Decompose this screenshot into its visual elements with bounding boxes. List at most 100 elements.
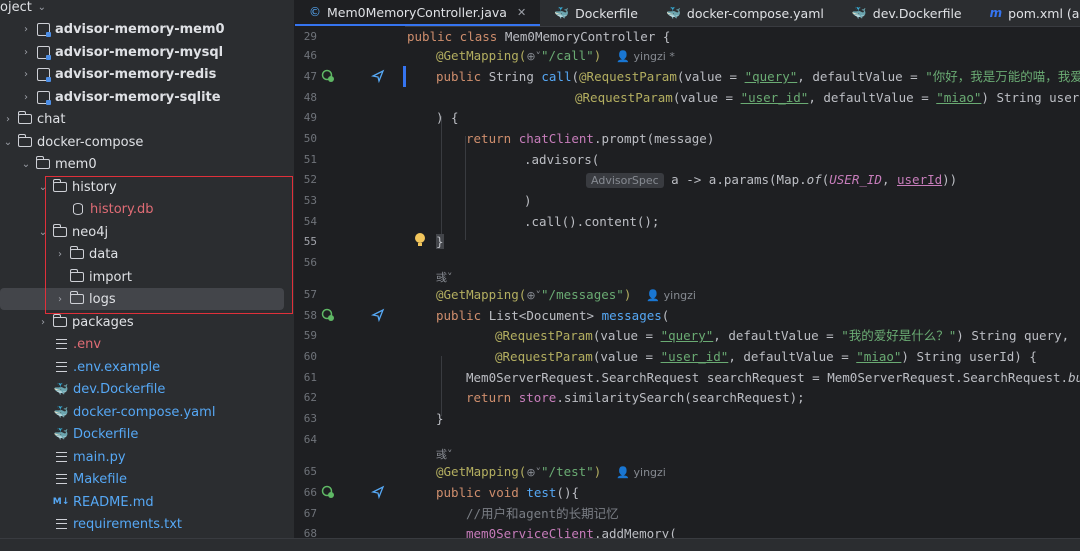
editor-tab-bar: © Mem0MemoryController.java ✕ 🐳 Dockerfi… (295, 0, 1080, 27)
tree-item-dockerfile[interactable]: 🐳 Dockerfile (0, 423, 294, 445)
docker-icon: 🐳 (53, 405, 69, 419)
navigate-arrow-icon[interactable] (371, 69, 385, 83)
code-line-52: AdvisorSpec a -> a.params(Map.of(USER_ID… (586, 169, 957, 190)
code-line-63: } (436, 411, 444, 426)
tree-item-dev-dockerfile[interactable]: 🐳 dev.Dockerfile (0, 378, 294, 400)
code-line-65: @GetMapping(⊕˅"/test") 👤 yingzi (436, 464, 666, 479)
code-line-48: @RequestParam(value = "user_id", default… (575, 90, 1080, 105)
line-number: 64 (303, 433, 317, 446)
tab-mem0-memory-controller[interactable]: © Mem0MemoryController.java ✕ (295, 0, 541, 26)
line-number: 49 (303, 111, 317, 124)
project-header[interactable]: oject ⌄ (0, 0, 294, 18)
line-number: 47 (303, 70, 317, 83)
text-file-icon (54, 450, 68, 464)
chevron-down-icon: ⌄ (37, 1, 46, 13)
text-file-icon (54, 517, 68, 531)
docker-icon: 🐳 (53, 382, 69, 396)
tree-item-advisor-memory-sqlite[interactable]: › advisor-memory-sqlite (0, 86, 294, 108)
line-number: 29 (303, 30, 317, 43)
type-hint: AdvisorSpec (586, 173, 664, 188)
tree-item-label: Dockerfile (73, 426, 139, 442)
code-editor[interactable]: public class Mem0MemoryController { @Get… (405, 26, 1080, 550)
tree-item-packages[interactable]: › packages (0, 311, 294, 333)
tab-pom-xml[interactable]: m pom.xml (advis (976, 0, 1080, 26)
tree-item-label: docker-compose (37, 134, 144, 150)
tree-item-docker-compose[interactable]: ⌄ docker-compose (0, 131, 294, 153)
tree-item-env[interactable]: .env (0, 333, 294, 355)
tab-dockerfile[interactable]: 🐳 Dockerfile (540, 0, 652, 26)
tab-label: dev.Dockerfile (872, 5, 962, 21)
line-number: 54 (303, 215, 317, 228)
tree-item-advisor-memory-redis[interactable]: › advisor-memory-redis (0, 63, 294, 85)
maven-icon: m (989, 6, 1003, 20)
chevron-right-icon: › (24, 68, 28, 80)
tree-item-advisor-memory-mem0[interactable]: › advisor-memory-mem0 (0, 18, 294, 40)
tree-item-mem0[interactable]: ⌄ mem0 (0, 153, 294, 175)
tree-item-label: advisor-memory-mysql (55, 44, 224, 60)
tree-item-label: advisor-memory-redis (55, 66, 217, 82)
tree-item-env-example[interactable]: .env.example (0, 356, 294, 378)
line-number: 62 (303, 391, 317, 404)
code-line-47: public String call(@RequestParam(value =… (436, 69, 1080, 84)
code-line-50: return chatClient.prompt(message) (466, 131, 715, 146)
tab-label: Mem0MemoryController.java (327, 4, 507, 20)
chevron-right-icon: › (24, 91, 28, 103)
folder-icon (17, 134, 32, 149)
line-number: 46 (303, 49, 317, 62)
chevron-down-icon: ⌄ (3, 136, 13, 148)
run-endpoint-icon[interactable] (321, 485, 335, 499)
tree-item-label: README.md (73, 494, 154, 510)
tree-item-chat[interactable]: › chat (0, 108, 294, 130)
tree-item-label: .env (73, 336, 102, 352)
module-icon (36, 90, 51, 105)
chevron-right-icon: › (41, 316, 45, 328)
run-endpoint-icon[interactable] (321, 69, 335, 83)
tree-item-label: main.py (73, 449, 126, 465)
indent-guide (465, 136, 466, 240)
line-number: 53 (303, 194, 317, 207)
tree-item-readme-md[interactable]: M↓ README.md (0, 491, 294, 513)
line-number: 65 (303, 465, 317, 478)
tab-docker-compose-yaml[interactable]: 🐳 docker-compose.yaml (652, 0, 838, 26)
author-icon: 👤 (646, 289, 664, 302)
code-line-53: ) (524, 193, 532, 208)
line-number: 48 (303, 91, 317, 104)
code-line-54: .call().content(); (524, 214, 660, 229)
tree-item-label: Makefile (73, 471, 128, 487)
close-icon[interactable]: ✕ (517, 6, 526, 19)
code-line-66: public void test(){ (436, 485, 579, 500)
docker-icon: 🐳 (665, 6, 681, 20)
line-number: 52 (303, 173, 317, 186)
folder-icon (52, 314, 67, 329)
run-endpoint-icon[interactable] (321, 308, 335, 322)
navigate-arrow-icon[interactable] (371, 308, 385, 322)
tree-item-advisor-memory-mysql[interactable]: › advisor-memory-mysql (0, 41, 294, 63)
tab-label: pom.xml (advis (1008, 5, 1080, 21)
navigate-arrow-icon[interactable] (371, 485, 385, 499)
tab-label: docker-compose.yaml (686, 5, 824, 21)
chevron-right-icon: › (24, 23, 28, 35)
markdown-icon: M↓ (52, 497, 70, 507)
line-number: 56 (303, 256, 317, 269)
tree-item-label: requirements.txt (73, 516, 183, 532)
tree-item-requirements-txt[interactable]: requirements.txt (0, 513, 294, 535)
status-bar (0, 538, 1080, 551)
tree-item-label: docker-compose.yaml (73, 404, 216, 420)
indent-guide (441, 356, 442, 416)
chevron-right-icon: › (24, 46, 28, 58)
tree-item-makefile[interactable]: Makefile (0, 468, 294, 490)
line-number: 67 (303, 507, 317, 520)
module-icon (36, 45, 51, 60)
highlight-annotation-box (45, 176, 293, 314)
line-number: 55 (303, 235, 317, 248)
author-icon: 👤 (616, 466, 634, 479)
tree-item-main-py[interactable]: main.py (0, 446, 294, 468)
globe-icon: ⊕˅ (526, 50, 542, 63)
module-icon (36, 22, 51, 37)
line-number: 59 (303, 329, 317, 342)
tab-dev-dockerfile[interactable]: 🐳 dev.Dockerfile (838, 0, 976, 26)
tree-item-docker-compose-yaml[interactable]: 🐳 docker-compose.yaml (0, 401, 294, 423)
code-line-67: //用户和agent的长期记忆 (466, 506, 619, 521)
code-line-60: @RequestParam(value = "user_id", default… (495, 349, 1037, 364)
editor-gutter: 29 46 47 48 49 50 51 52 53 54 55 56 57 5… (295, 26, 425, 550)
